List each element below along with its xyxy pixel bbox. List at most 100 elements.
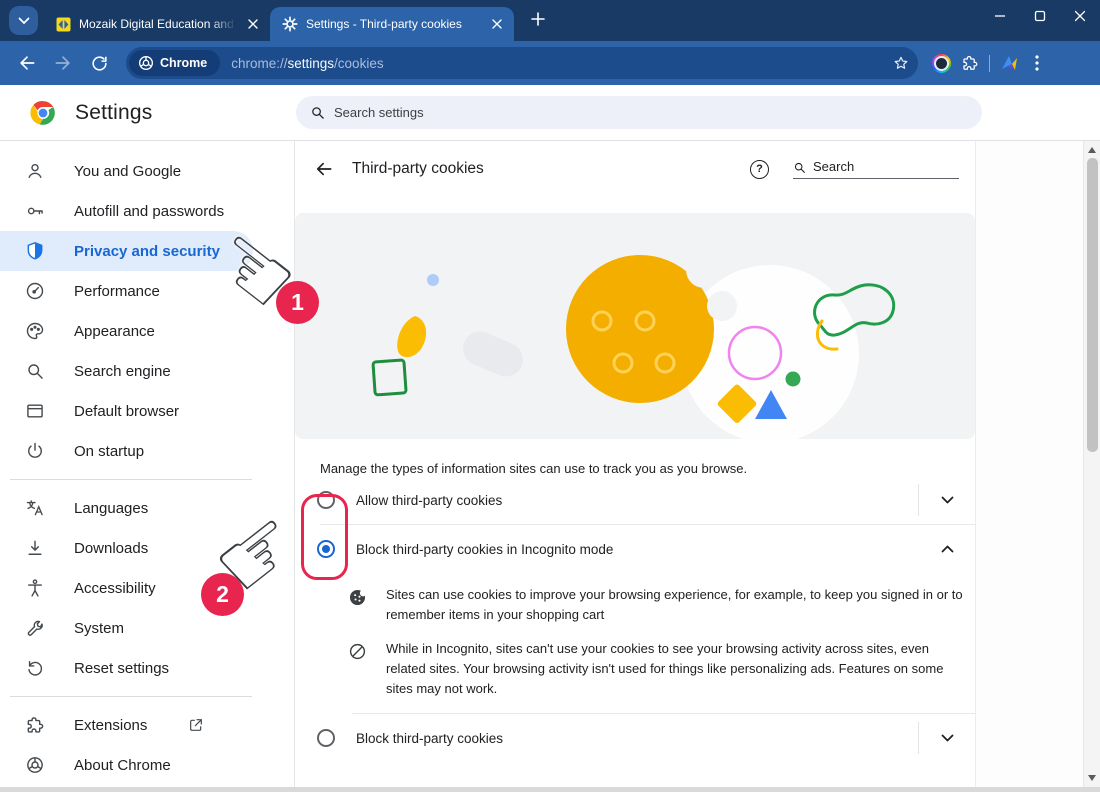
settings-search-placeholder: Search settings: [334, 105, 424, 120]
close-tab-icon[interactable]: [488, 15, 506, 33]
sidebar-item-label: You and Google: [74, 163, 181, 180]
browser-toolbar: Chrome chrome://settings/cookies: [0, 41, 1100, 85]
panel-subheader: Third-party cookies ? Search: [295, 141, 975, 197]
tab-settings[interactable]: Settings - Third-party cookies: [270, 7, 514, 41]
address-bar[interactable]: Chrome chrome://settings/cookies: [126, 47, 918, 79]
detail-text: Sites can use cookies to improve your br…: [386, 585, 965, 625]
sidebar-item-reset-settings[interactable]: Reset settings: [0, 648, 294, 688]
scrollbar-thumb[interactable]: [1087, 158, 1098, 452]
tab-title: Settings - Third-party cookies: [306, 16, 480, 32]
extensions-area: [932, 54, 1045, 73]
settings-search-input[interactable]: Search settings: [296, 96, 982, 129]
lens-extension-icon[interactable]: [932, 54, 951, 73]
person-icon: [25, 161, 45, 181]
url-text: chrome://settings/cookies: [231, 56, 892, 71]
wrench-icon: [25, 618, 45, 638]
reload-button[interactable]: [82, 46, 116, 80]
tab-strip: Mozaik Digital Education and Le Settings…: [0, 0, 1100, 41]
sidebar-item-label: Downloads: [74, 540, 148, 557]
sidebar-item-label: Languages: [74, 500, 148, 517]
panel-search-placeholder: Search: [813, 159, 854, 174]
option-label: Block third-party cookies: [356, 731, 918, 746]
detail-incognito-blocking: While in Incognito, sites can't use your…: [295, 639, 975, 699]
maximize-button[interactable]: [1020, 0, 1060, 32]
forward-button[interactable]: [46, 46, 80, 80]
chrome-logo-icon: [30, 100, 56, 126]
sidebar-item-label: Appearance: [74, 323, 155, 340]
back-arrow-icon[interactable]: [313, 158, 335, 180]
search-icon: [793, 161, 806, 174]
bookmark-star-icon[interactable]: [892, 54, 910, 72]
sidebar-divider: [10, 696, 252, 697]
new-tab-button[interactable]: [524, 5, 552, 33]
detail-text: While in Incognito, sites can't use your…: [386, 639, 965, 699]
browser-window: Mozaik Digital Education and Le Settings…: [0, 0, 1100, 792]
scrollbar-up-arrow-icon[interactable]: [1088, 147, 1096, 153]
close-window-button[interactable]: [1060, 0, 1100, 32]
browser-window-icon: [25, 401, 45, 421]
sidebar-item-label: Performance: [74, 283, 160, 300]
key-icon: [25, 201, 45, 221]
chrome-chip-label: Chrome: [160, 56, 207, 70]
radio-block[interactable]: [317, 729, 335, 747]
sidebar-item-label: Autofill and passwords: [74, 203, 224, 220]
back-button[interactable]: [10, 46, 44, 80]
tab-mozaik[interactable]: Mozaik Digital Education and Le: [44, 7, 270, 41]
window-controls: [980, 0, 1100, 32]
intro-text: Manage the types of information sites ca…: [320, 461, 975, 476]
chrome-logo-icon: [138, 55, 154, 71]
chrome-icon: [25, 755, 45, 775]
chrome-chip[interactable]: Chrome: [129, 50, 220, 76]
speedometer-icon: [25, 281, 45, 301]
reset-icon: [25, 658, 45, 678]
sidebar-item-label: On startup: [74, 443, 144, 460]
download-icon: [25, 538, 45, 558]
help-icon[interactable]: ?: [750, 160, 769, 179]
option-block-incognito[interactable]: Block third-party cookies in Incognito m…: [295, 525, 975, 573]
sidebar-item-extensions[interactable]: Extensions: [0, 705, 294, 745]
close-tab-icon[interactable]: [244, 15, 262, 33]
option-label: Block third-party cookies in Incognito m…: [356, 542, 919, 557]
sidebar-divider: [10, 479, 252, 480]
sidebar-item-default-browser[interactable]: Default browser: [0, 391, 294, 431]
magnifier-icon: [25, 361, 45, 381]
option-label: Allow third-party cookies: [356, 493, 918, 508]
sidebar-item-label: System: [74, 620, 124, 637]
sidebar-item-label: Search engine: [74, 363, 171, 380]
option-allow-third-party-cookies[interactable]: Allow third-party cookies: [295, 476, 975, 524]
sidebar-item-system[interactable]: System: [0, 608, 294, 648]
menu-dots-icon[interactable]: [1029, 54, 1045, 72]
page-title: Third-party cookies: [352, 160, 484, 178]
right-gutter: [976, 141, 1100, 792]
profile-avatar[interactable]: [1000, 54, 1019, 73]
sidebar-item-about-chrome[interactable]: About Chrome: [0, 745, 294, 785]
detail-cookies-benefit: Sites can use cookies to improve your br…: [295, 585, 975, 625]
tab-search-button[interactable]: [9, 6, 38, 35]
panel-search-input[interactable]: Search: [793, 159, 959, 179]
option-block-third-party-cookies[interactable]: Block third-party cookies: [295, 714, 975, 762]
translate-icon: [25, 498, 45, 518]
external-link-icon: [188, 717, 204, 733]
sidebar-item-you-and-google[interactable]: You and Google: [0, 151, 294, 191]
puzzle-icon: [25, 715, 45, 735]
sidebar-item-label: Reset settings: [74, 660, 169, 677]
blocked-icon: [348, 642, 367, 661]
mozaik-favicon-icon: [56, 17, 71, 32]
sidebar-item-on-startup[interactable]: On startup: [0, 431, 294, 471]
settings-header: Settings Search settings: [0, 85, 1100, 141]
chevron-down-icon[interactable]: [919, 734, 975, 742]
shield-icon: [25, 241, 45, 261]
scrollbar-down-arrow-icon[interactable]: [1088, 775, 1096, 781]
sidebar-item-search-engine[interactable]: Search engine: [0, 351, 294, 391]
chevron-up-icon[interactable]: [919, 545, 975, 553]
annotation-step-2-badge: 2: [201, 573, 244, 616]
chevron-down-icon[interactable]: [919, 496, 975, 504]
scrollbar[interactable]: [1083, 141, 1100, 787]
palette-icon: [25, 321, 45, 341]
sidebar-item-label: Default browser: [74, 403, 179, 420]
minimize-button[interactable]: [980, 0, 1020, 32]
sidebar-item-label: Privacy and security: [74, 243, 220, 260]
sidebar-item-label: About Chrome: [74, 757, 171, 774]
extensions-puzzle-icon[interactable]: [961, 54, 979, 72]
chevron-down-icon: [18, 17, 30, 25]
